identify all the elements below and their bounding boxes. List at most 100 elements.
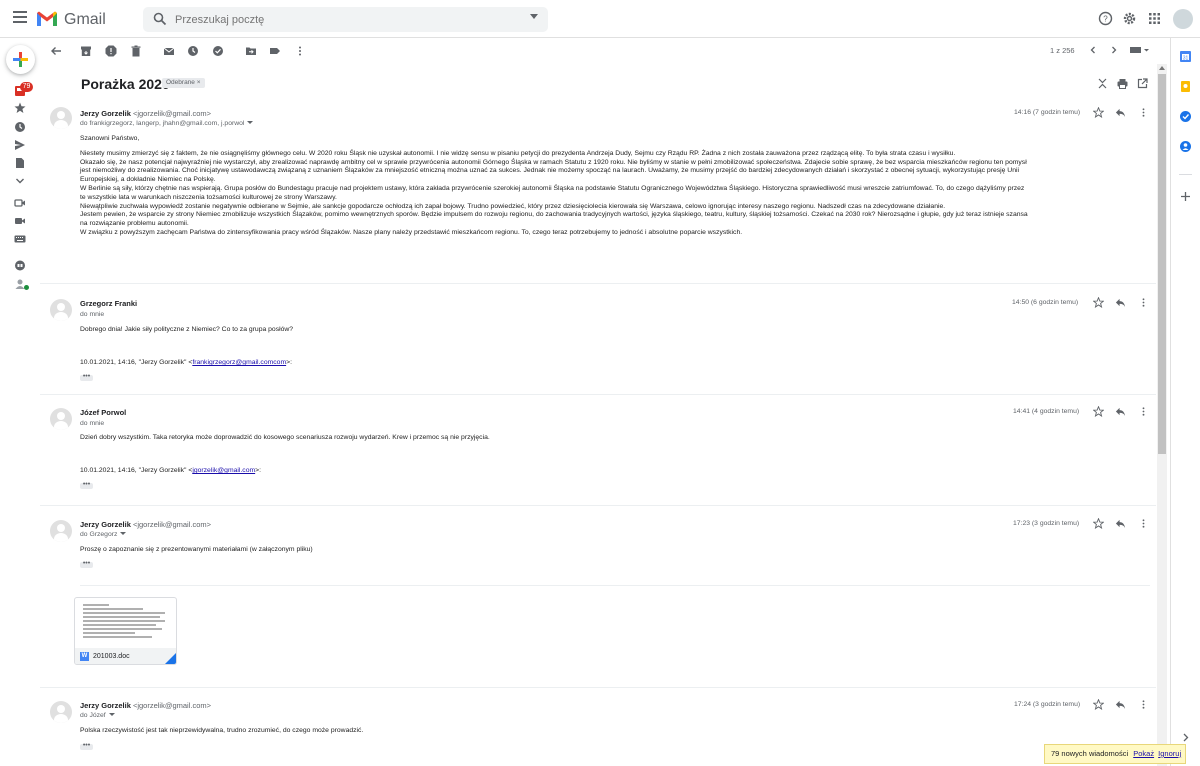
inbox-label-chip[interactable]: Odebrane × <box>162 78 205 88</box>
sender-email: <jgorzelik@gmail.com> <box>132 109 212 118</box>
thread-subject: Porażka 2020 <box>81 76 170 92</box>
archive-icon[interactable] <box>80 45 92 57</box>
hangouts-icon[interactable] <box>14 260 26 272</box>
recipients-dropdown[interactable]: do Józef <box>80 712 115 719</box>
show-side-panel-chevron-right-icon[interactable] <box>1179 731 1192 744</box>
more-vertical-icon[interactable] <box>1138 699 1149 710</box>
collapse-all-icon[interactable] <box>1097 78 1108 89</box>
report-spam-icon[interactable] <box>105 45 117 57</box>
move-to-icon[interactable] <box>245 45 257 57</box>
search-input[interactable] <box>175 11 475 28</box>
gmail-logo-icon[interactable] <box>36 10 58 27</box>
more-vertical-icon[interactable] <box>1138 107 1149 118</box>
delete-icon[interactable] <box>130 45 142 57</box>
snooze-clock-icon[interactable] <box>187 45 199 57</box>
recipients-text: do mnie <box>80 420 105 427</box>
more-vertical-icon[interactable] <box>1138 518 1149 529</box>
tasks-icon[interactable] <box>1179 110 1192 123</box>
quote-prefix: 10.01.2021, 14:16, "Jerzy Gorzelik" < <box>80 359 193 366</box>
reply-icon[interactable] <box>1115 518 1126 529</box>
apps-grid-icon[interactable] <box>1147 11 1162 26</box>
show-trimmed-content-button[interactable]: ••• <box>80 373 93 381</box>
account-avatar[interactable] <box>1173 9 1193 29</box>
keep-icon[interactable] <box>1179 80 1192 93</box>
reply-icon[interactable] <box>1115 406 1126 417</box>
mark-unread-icon[interactable] <box>163 45 175 57</box>
contacts-icon[interactable] <box>1179 140 1192 153</box>
message-time: 17:24 (3 godzin temu) <box>1014 701 1081 708</box>
recipients-dropdown[interactable]: do Grzegorz <box>80 531 127 538</box>
calendar-icon[interactable]: 31 <box>1179 50 1192 63</box>
meet-icon[interactable] <box>14 197 26 209</box>
online-status-dot <box>24 285 29 290</box>
keyboard-icon[interactable] <box>14 233 26 245</box>
sender-name: Jerzy Gorzelik <box>80 701 131 710</box>
search-options-icon[interactable] <box>530 14 538 19</box>
quote-email-link[interactable]: frankigrzegorz@gmail.comcom <box>192 359 286 366</box>
more-chevron-down-icon[interactable] <box>14 175 26 187</box>
star-icon[interactable] <box>1093 297 1104 308</box>
help-icon[interactable]: ? <box>1098 11 1113 26</box>
main-menu-icon[interactable] <box>13 11 27 23</box>
message-time: 14:50 (6 godzin temu) <box>1012 299 1079 306</box>
drafts-icon[interactable] <box>14 157 26 169</box>
search-bar[interactable] <box>143 7 548 32</box>
quote-email-link[interactable]: jgorzelik@gmail.com <box>192 467 255 474</box>
show-trimmed-content-button[interactable]: ••• <box>80 481 93 489</box>
recipients-dropdown[interactable]: do frankigrzegorz, langerp, jhahn@gmail.… <box>80 120 254 127</box>
quoted-header: 10.01.2021, 14:16, "Jerzy Gorzelik" <fra… <box>80 359 292 366</box>
star-icon[interactable] <box>1093 699 1104 710</box>
message-body: Polska rzeczywistość jest tak nieprzewid… <box>80 727 363 736</box>
more-vertical-icon[interactable] <box>1138 297 1149 308</box>
body-line: jest niemożliwy do zrealizowania. Choć i… <box>80 167 1020 175</box>
body-line: Szanowni Państwo, <box>80 135 140 142</box>
body-line: na rozwiązanie problemu autonomii. <box>80 220 189 228</box>
scrollbar-thumb[interactable] <box>1158 74 1166 454</box>
chevron-down-icon[interactable] <box>108 713 115 716</box>
attachment-card[interactable]: W 201003.doc <box>74 597 177 665</box>
message-time: 14:41 (4 godzin temu) <box>1013 408 1080 415</box>
print-icon[interactable] <box>1117 78 1128 89</box>
show-link[interactable]: Pokaż <box>1133 749 1154 758</box>
show-trimmed-content-button[interactable]: ••• <box>80 742 93 750</box>
show-trimmed-content-button[interactable]: ••• <box>80 560 93 568</box>
older-chevron-right-icon[interactable] <box>1109 44 1119 56</box>
get-addons-plus-icon[interactable] <box>1179 190 1192 203</box>
starred-icon[interactable] <box>14 102 26 114</box>
more-vertical-icon[interactable] <box>294 45 306 57</box>
star-icon[interactable] <box>1093 518 1104 529</box>
quote-suffix: >: <box>286 359 292 366</box>
more-vertical-icon[interactable] <box>1138 406 1149 417</box>
sent-icon[interactable] <box>14 139 26 151</box>
word-doc-icon: W <box>80 652 89 661</box>
chevron-down-icon[interactable] <box>120 532 127 535</box>
search-icon[interactable] <box>153 12 167 26</box>
sender-line: Jerzy Gorzelik <jgorzelik@gmail.com> <box>80 109 211 118</box>
snoozed-icon[interactable] <box>14 121 26 133</box>
newer-chevron-left-icon[interactable] <box>1088 44 1098 56</box>
scroll-up-arrow-icon[interactable] <box>1159 66 1165 70</box>
add-to-tasks-icon[interactable] <box>212 45 224 57</box>
message-body: Proszę o zapoznanie się z prezentowanymi… <box>80 546 313 555</box>
back-arrow-icon[interactable] <box>50 45 62 57</box>
star-icon[interactable] <box>1093 406 1104 417</box>
reply-icon[interactable] <box>1115 107 1126 118</box>
star-icon[interactable] <box>1093 107 1104 118</box>
quoted-header: 10.01.2021, 14:16, "Jerzy Gorzelik" <jgo… <box>80 467 261 474</box>
notification-text: 79 nowych wiadomości <box>1051 749 1129 758</box>
open-new-window-icon[interactable] <box>1137 78 1148 89</box>
chevron-down-icon[interactable] <box>247 121 254 124</box>
compose-button[interactable] <box>6 45 35 74</box>
top-bar: Gmail ? <box>0 0 1200 38</box>
message-divider <box>40 283 1156 284</box>
settings-icon[interactable] <box>1122 11 1137 26</box>
reply-icon[interactable] <box>1115 297 1126 308</box>
label-icon[interactable] <box>269 45 281 57</box>
reply-icon[interactable] <box>1115 699 1126 710</box>
scrollbar[interactable] <box>1157 64 1167 766</box>
input-tools-keyboard-icon[interactable] <box>1130 45 1150 55</box>
body-line: Niestety musimy zmierzyć się z faktem, ż… <box>80 149 956 157</box>
new-meeting-icon[interactable] <box>14 215 26 227</box>
ignore-link[interactable]: Ignoruj <box>1158 749 1181 758</box>
sender-name: Grzegorz Franki <box>80 299 138 308</box>
